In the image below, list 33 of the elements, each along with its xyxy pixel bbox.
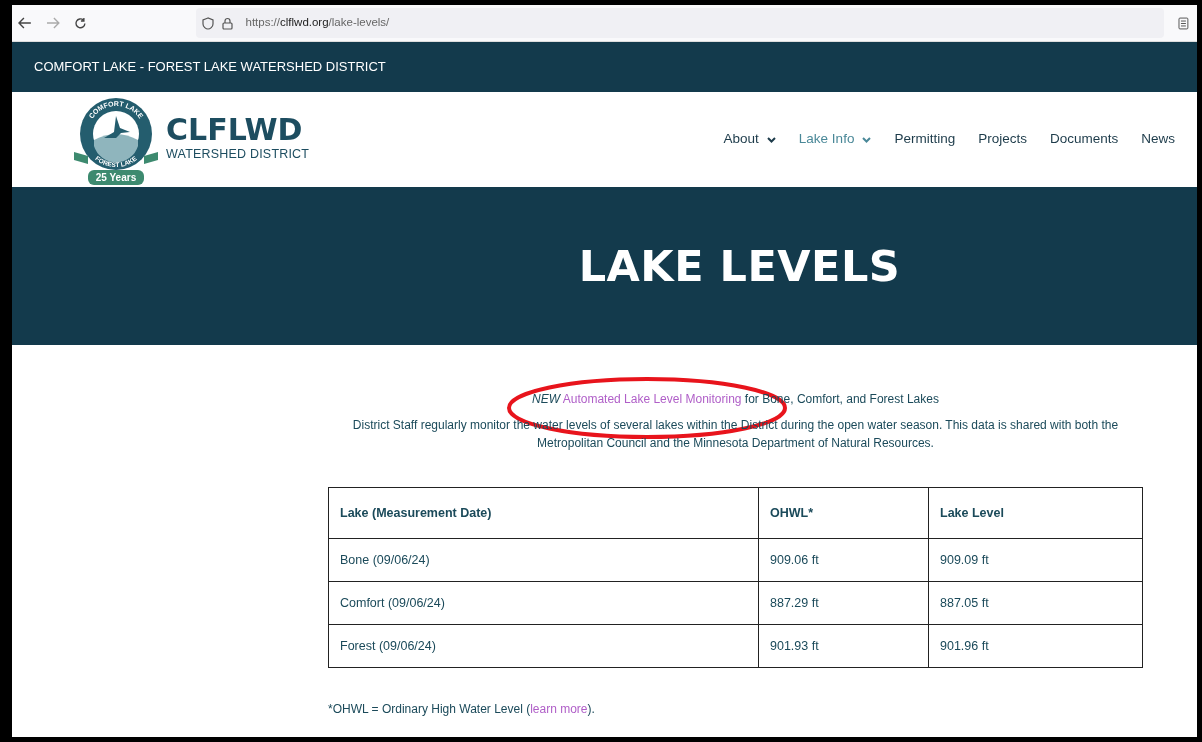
url-text[interactable]: https://clflwd.org/lake-levels/ [245,14,390,32]
table-cell: Bone (09/06/24) [328,538,759,582]
nav-link[interactable]: About [723,129,776,150]
table-cell: Comfort (09/06/24) [328,581,759,625]
table-cell: 909.09 ft [928,538,1143,582]
nav-link[interactable]: Lake Info [798,129,872,150]
lock-icon[interactable] [222,16,234,30]
monitoring-link[interactable]: Automated Lake Level Monitoring [562,392,742,406]
table-cell: 887.05 ft [928,581,1143,625]
site-tagline: COMFORT LAKE - FOREST LAKE WATERSHED DISTRICT [34,58,386,77]
chevron-down-icon[interactable] [766,136,776,143]
logo-wordmark[interactable]: CLFLWD [166,115,310,146]
nav-link[interactable]: Documents [1049,129,1119,150]
table-cell: 909.06 ft [758,538,929,582]
shield-icon[interactable] [202,16,215,30]
column-header: Lake Level [928,487,1143,539]
logo-subtitle: WATERSHED DISTRICT [166,146,310,164]
column-header: Lake (Measurement Date) [328,487,759,539]
reload-icon[interactable] [73,16,87,30]
back-icon[interactable] [18,17,32,29]
page-title: LAKE LEVELS [578,240,901,293]
nav-link[interactable]: Permitting [894,129,956,150]
nav-link[interactable]: Projects [978,129,1027,150]
address-bar[interactable]: https://clflwd.org/lake-levels/ [196,8,1165,38]
reader-view-icon[interactable] [1178,16,1189,30]
column-header: OHWL* [758,487,929,539]
nav-link[interactable]: News [1141,129,1175,150]
table-cell: Forest (09/06/24) [328,624,759,668]
table-cell: 901.93 ft [758,624,929,668]
table-cell: 901.96 ft [928,624,1143,668]
footnote-text: *OHWL = Ordinary High Water Level (learn more). [328,701,596,718]
table-cell: 887.29 ft [758,581,929,625]
learn-more-link[interactable]: learn more [530,702,588,716]
